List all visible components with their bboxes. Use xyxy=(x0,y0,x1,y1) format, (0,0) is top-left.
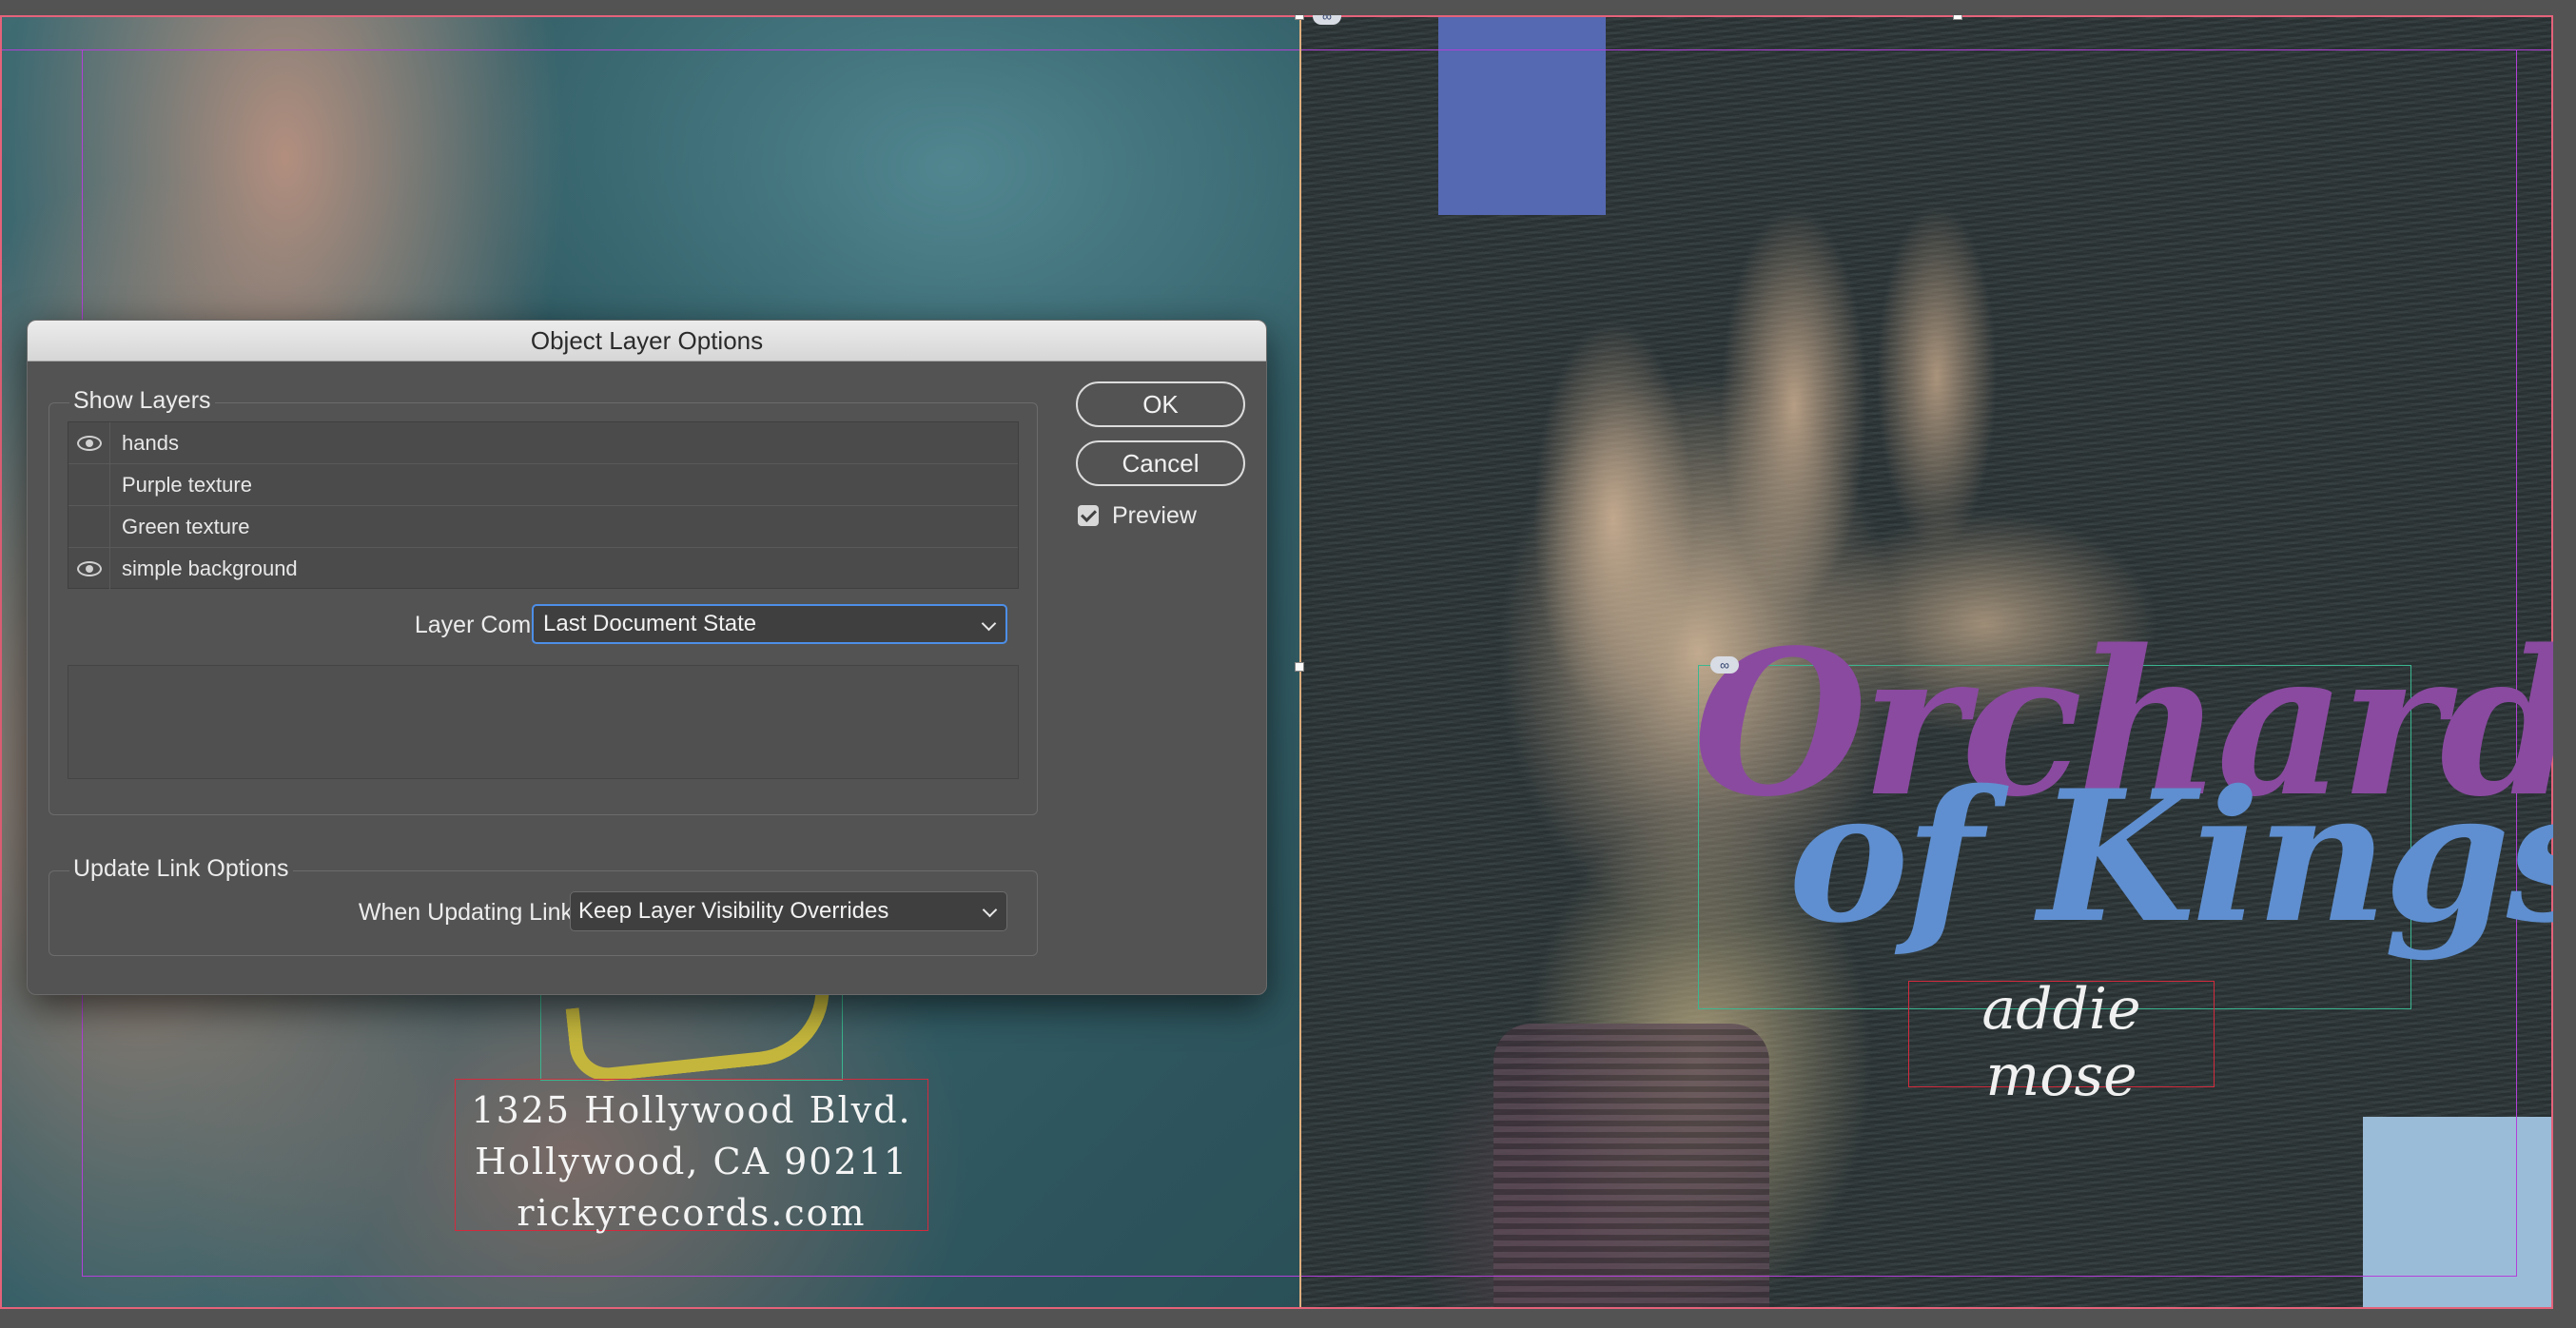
when-updating-link-value: Keep Layer Visibility Overrides xyxy=(578,898,889,924)
link-icon[interactable]: ∞ xyxy=(1710,656,1739,674)
layer-name: simple background xyxy=(122,557,298,580)
visibility-toggle[interactable] xyxy=(68,506,110,548)
layer-row-green-texture[interactable]: Green texture xyxy=(68,506,1018,548)
visibility-toggle[interactable] xyxy=(68,422,110,464)
layer-name: Purple texture xyxy=(122,473,252,497)
object-layer-options-dialog: Object Layer Options Show Layers hands P… xyxy=(27,320,1267,995)
blue-rectangle-bottom[interactable] xyxy=(2363,1117,2553,1309)
website-text: rickyrecords.com xyxy=(517,1192,867,1234)
selection-handle[interactable] xyxy=(1953,15,1962,20)
layer-comp-select[interactable]: Last Document State xyxy=(532,604,1007,644)
layer-comp-value: Last Document State xyxy=(543,611,757,636)
show-layers-label: Show Layers xyxy=(69,387,215,415)
preview-checkbox[interactable] xyxy=(1078,505,1099,526)
selection-handle[interactable] xyxy=(1295,662,1304,672)
blue-rectangle-top[interactable] xyxy=(1438,17,1606,215)
artist-name: addie mose xyxy=(1981,976,2141,1109)
layer-name: Green texture xyxy=(122,515,250,538)
chevron-down-icon xyxy=(981,615,997,632)
update-link-options-label: Update Link Options xyxy=(69,855,293,883)
eye-icon xyxy=(76,436,102,451)
layer-comp-label: Layer Comp: xyxy=(414,612,551,638)
eye-icon xyxy=(76,561,102,576)
ok-button[interactable]: OK xyxy=(1076,381,1245,427)
layer-row-hands[interactable]: hands xyxy=(68,422,1018,464)
address-block: 1325 Hollywood Blvd. Hollywood, CA 90211… xyxy=(455,1084,928,1239)
address-line-2: Hollywood, CA 90211 xyxy=(474,1141,909,1182)
visibility-toggle[interactable] xyxy=(68,464,110,506)
sleeve-image xyxy=(1493,1024,1769,1309)
dialog-title: Object Layer Options xyxy=(530,326,764,355)
when-updating-link-select[interactable]: Keep Layer Visibility Overrides xyxy=(570,891,1007,931)
layer-comp-description xyxy=(68,665,1019,779)
margin-guide-line xyxy=(0,49,2553,50)
selection-handle[interactable] xyxy=(1295,15,1304,20)
link-icon[interactable]: ∞ xyxy=(1313,15,1341,25)
layers-list: hands Purple texture Green texture simpl… xyxy=(68,421,1019,590)
preview-label[interactable]: Preview xyxy=(1112,499,1197,532)
layer-row-simple-background[interactable]: simple background xyxy=(68,548,1018,590)
address-line-1: 1325 Hollywood Blvd. xyxy=(471,1089,912,1131)
album-title-line2: of Kings xyxy=(1788,751,2553,963)
chevron-down-icon xyxy=(982,902,998,918)
cancel-button[interactable]: Cancel xyxy=(1076,440,1245,486)
layer-name: hands xyxy=(122,431,179,455)
visibility-toggle[interactable] xyxy=(68,548,110,590)
when-updating-link-label: When Updating Link: xyxy=(358,899,579,926)
layer-row-purple-texture[interactable]: Purple texture xyxy=(68,464,1018,506)
